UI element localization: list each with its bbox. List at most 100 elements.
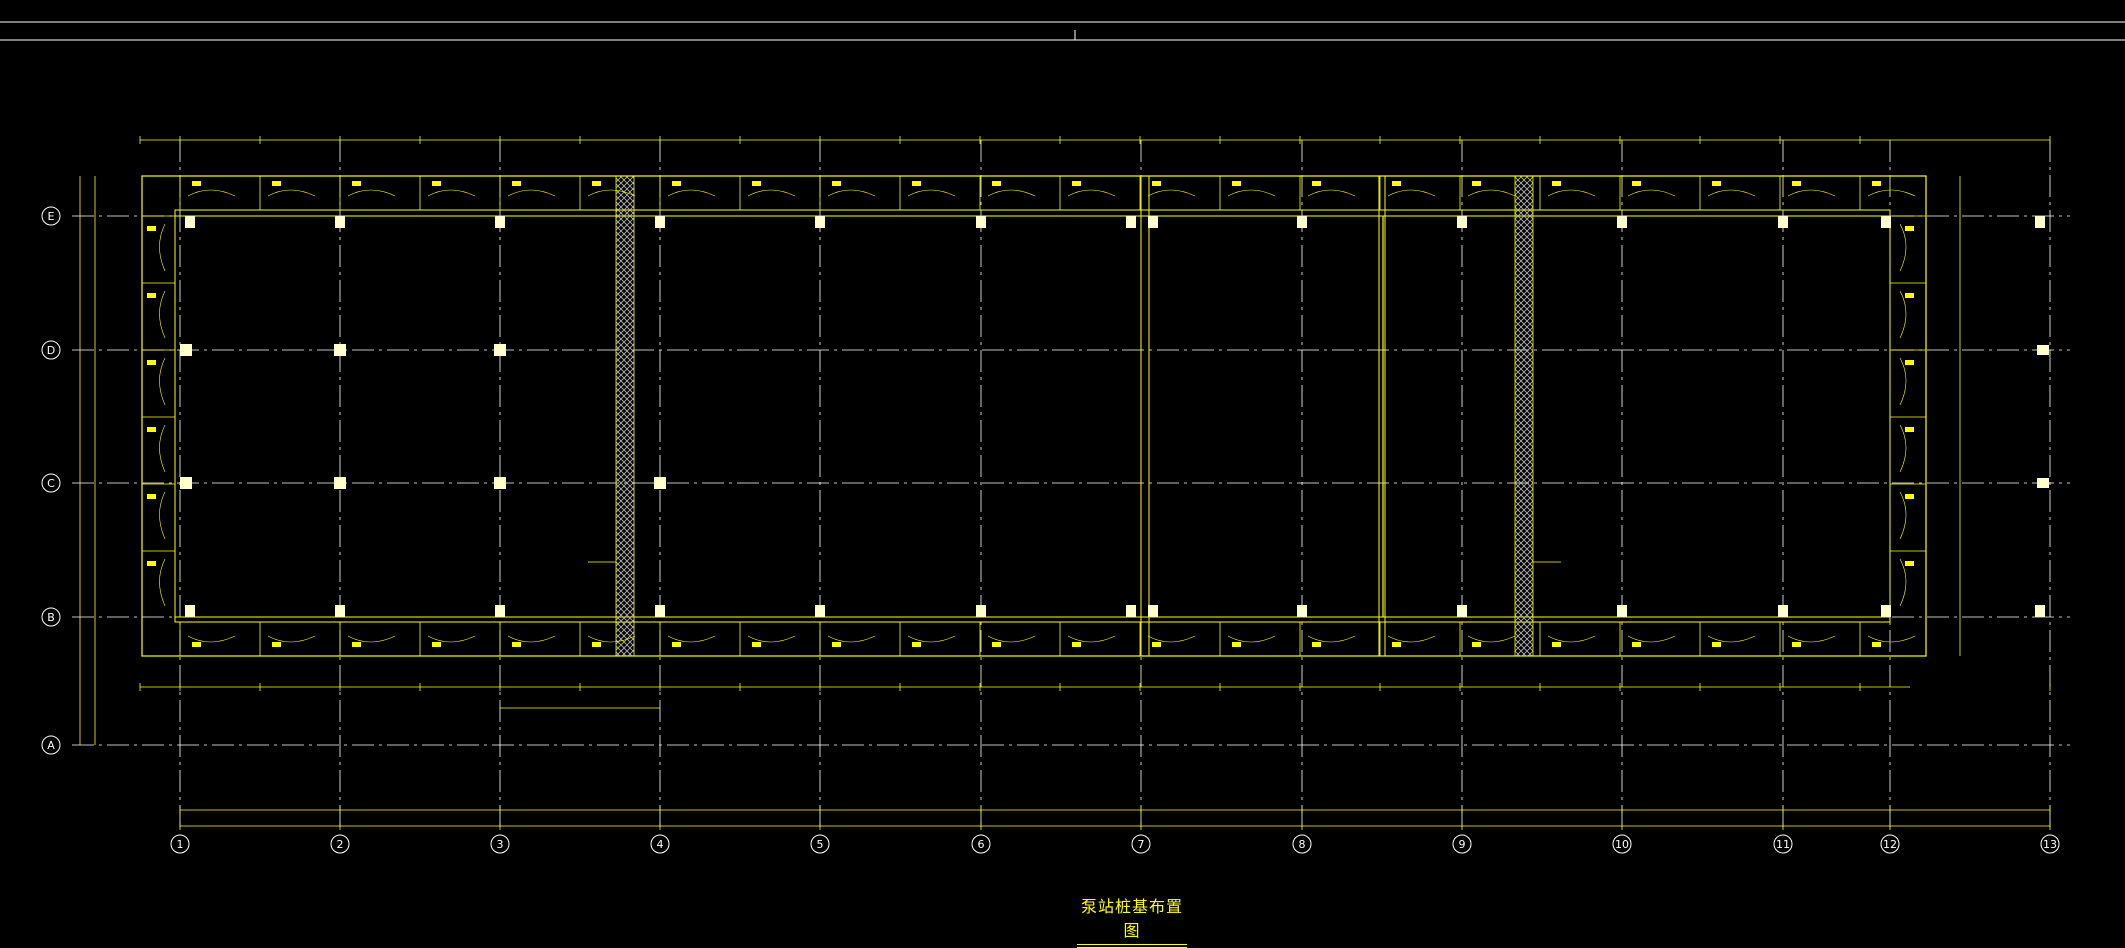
pile-marker	[180, 477, 192, 489]
grid-bubble-label: 8	[1299, 838, 1306, 851]
pile-tag	[1712, 642, 1721, 647]
cell-arc	[1867, 635, 1916, 643]
cell-arc	[1067, 635, 1116, 643]
pile-marker	[334, 344, 346, 356]
pile-tag	[1905, 494, 1914, 499]
pile-tag	[147, 360, 156, 365]
cell-arc	[1899, 290, 1907, 339]
grid-bubble-label: D	[47, 344, 55, 357]
cell-arc	[667, 189, 716, 197]
cell-arc	[1467, 189, 1516, 197]
cell-arc	[159, 424, 166, 473]
cell-arc	[159, 223, 166, 272]
cell-arc	[187, 189, 236, 197]
pile-marker	[494, 477, 506, 489]
grid-bubble-label: 7	[1138, 838, 1145, 851]
cell-arc	[159, 290, 166, 339]
pile-tag	[1472, 181, 1481, 186]
pile-tag	[192, 181, 201, 186]
pile-tag	[992, 642, 1001, 647]
pile-tag	[272, 642, 281, 647]
expansion-joint	[1514, 175, 1534, 657]
pile-tag	[912, 642, 921, 647]
cad-drawing-canvas: 1 2 3 4 5 6 7 8 9 10 11 12 13EDCBA	[0, 21, 2125, 854]
pile-marker	[655, 216, 665, 228]
pile-marker	[180, 344, 192, 356]
cell-arc	[1899, 491, 1907, 540]
pile-tag	[1152, 642, 1161, 647]
cell-arc	[1067, 189, 1116, 197]
cell-arc	[1147, 189, 1196, 197]
cell-arc	[1547, 189, 1596, 197]
pile-tag	[147, 427, 156, 432]
cell-arc	[1387, 635, 1436, 643]
cell-arc	[667, 635, 716, 643]
pile-marker	[1148, 605, 1158, 617]
pile-marker	[1881, 605, 1891, 617]
pile-tag	[1552, 181, 1561, 186]
pile-tag	[1552, 642, 1561, 647]
pile-tag	[912, 181, 921, 186]
pile-marker	[335, 216, 345, 228]
cell-arc	[1467, 635, 1516, 643]
pile-marker	[1617, 216, 1627, 228]
pile-tag	[147, 293, 156, 298]
cell-arc	[507, 635, 556, 643]
pile-marker	[185, 216, 195, 228]
pile-tag	[352, 181, 361, 186]
pile-marker	[655, 605, 665, 617]
cell-arc	[1147, 635, 1196, 643]
pile-marker	[815, 605, 825, 617]
cell-arc	[267, 635, 316, 643]
pile-tag	[192, 642, 201, 647]
pile-tag	[1905, 226, 1914, 231]
pile-tag	[1792, 181, 1801, 186]
grid-bubble-label: 3	[497, 838, 504, 851]
cell-arc	[1899, 558, 1907, 607]
cell-arc	[159, 491, 166, 540]
pile-tag	[1905, 561, 1914, 566]
pile-marker	[1297, 216, 1307, 228]
pile-marker	[2037, 345, 2049, 355]
cell-arc	[159, 558, 166, 607]
building-outline	[141, 175, 1927, 657]
pile-marker	[815, 216, 825, 228]
pile-marker	[1778, 605, 1788, 617]
pile-tag	[752, 642, 761, 647]
cell-arc	[907, 635, 956, 643]
cell-arc	[1627, 189, 1676, 197]
pile-tag	[592, 642, 601, 647]
pile-marker	[2035, 605, 2045, 617]
pile-tag	[432, 181, 441, 186]
grid-bubble-label: 13	[2043, 838, 2057, 851]
pile-tag	[1472, 642, 1481, 647]
drawing-title-block: 泵站桩基布置图	[1077, 893, 1187, 948]
pile-tag	[1392, 181, 1401, 186]
pile-marker	[1778, 216, 1788, 228]
cell-arc	[159, 357, 166, 406]
pile-tag	[592, 181, 601, 186]
pile-tag	[272, 181, 281, 186]
pile-tag	[1872, 642, 1881, 647]
pile-marker	[1148, 216, 1158, 228]
cell-arc	[987, 189, 1036, 197]
pile-marker	[2035, 216, 2045, 228]
pile-tag	[1905, 293, 1914, 298]
inner-wall	[174, 209, 1891, 623]
grid-bubble-label: 6	[978, 838, 985, 851]
pile-marker	[1881, 216, 1891, 228]
grid-bubble-label: 10	[1615, 838, 1629, 851]
cell-arc	[347, 635, 396, 643]
pile-tag	[1232, 181, 1241, 186]
grid-bubble-label: A	[47, 739, 55, 752]
pile-tag	[1072, 642, 1081, 647]
pile-marker	[976, 216, 986, 228]
pile-tag	[1632, 642, 1641, 647]
cell-arc	[1899, 357, 1907, 406]
pile-marker	[1297, 605, 1307, 617]
pile-marker	[335, 605, 345, 617]
pile-tag	[147, 561, 156, 566]
pile-tag	[1792, 642, 1801, 647]
cell-arc	[1787, 635, 1836, 643]
cell-arc	[747, 189, 796, 197]
